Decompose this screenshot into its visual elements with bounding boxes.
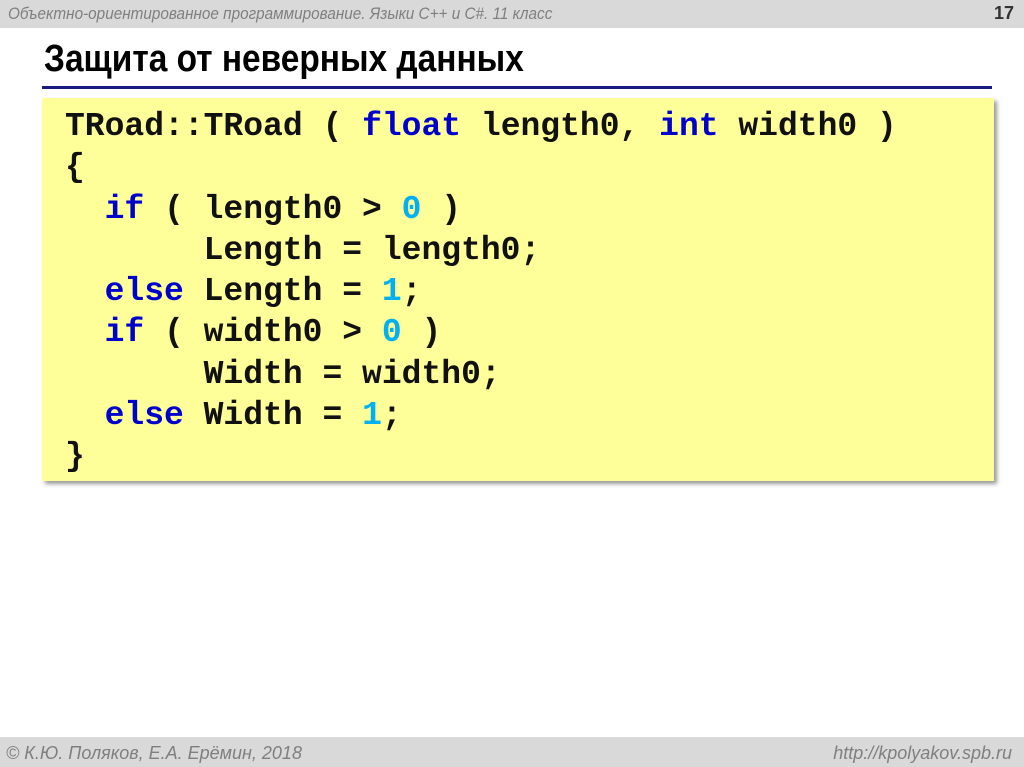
code-number: 1 bbox=[381, 273, 402, 311]
code-text: TRoad::TRoad ( bbox=[65, 108, 363, 145]
code-line: if ( width0 > 0 ) bbox=[65, 312, 897, 353]
code-line: else Width = 1; bbox=[65, 395, 897, 436]
code-text: Width = width0; bbox=[65, 355, 501, 393]
code-line: TRoad::TRoad ( float length0, int width0… bbox=[65, 106, 897, 147]
code-text: length0, bbox=[461, 108, 660, 145]
code-line: } bbox=[65, 436, 897, 477]
copyright: © К.Ю. Поляков, Е.А. Ерёмин, 2018 bbox=[6, 743, 302, 763]
code-keyword: float bbox=[362, 108, 462, 145]
code-keyword: else bbox=[104, 397, 184, 435]
code-text: Length = bbox=[183, 273, 382, 311]
code-keyword: int bbox=[659, 108, 719, 145]
code-text: ( length0 > bbox=[144, 190, 402, 228]
code-keyword: if bbox=[104, 190, 145, 228]
title-underline bbox=[42, 86, 992, 89]
code-number: 0 bbox=[401, 190, 422, 228]
code-text: { bbox=[65, 149, 85, 187]
website-link[interactable]: http://kpolyakov.spb.ru bbox=[833, 743, 1012, 764]
header-bar: Объектно-ориентированное программировани… bbox=[0, 0, 1024, 28]
code-line: if ( length0 > 0 ) bbox=[65, 189, 897, 230]
code-number: 1 bbox=[362, 397, 382, 435]
slide-title: Защита от неверных данных bbox=[44, 38, 524, 80]
code-keyword: if bbox=[104, 314, 145, 352]
code-number: 0 bbox=[381, 314, 402, 352]
code-text: ; bbox=[381, 397, 402, 435]
code-keyword: else bbox=[104, 273, 184, 311]
footer-bar: © К.Ю. Поляков, Е.А. Ерёмин, 2018 http:/… bbox=[0, 737, 1024, 767]
code-line: Length = length0; bbox=[65, 230, 897, 271]
code-text: ; bbox=[401, 273, 422, 311]
code-text: Width = bbox=[183, 397, 363, 435]
page-number: 17 bbox=[993, 3, 1014, 23]
course-title: Объектно-ориентированное программировани… bbox=[8, 4, 553, 23]
code-text: ) bbox=[421, 190, 462, 228]
code-text: ( width0 > bbox=[144, 314, 382, 352]
code-listing: TRoad::TRoad ( float length0, int width0… bbox=[65, 106, 897, 478]
code-block: TRoad::TRoad ( float length0, int width0… bbox=[42, 98, 994, 481]
code-line: { bbox=[65, 147, 897, 188]
code-text: } bbox=[65, 438, 85, 476]
code-text: ) bbox=[401, 314, 442, 352]
code-line: else Length = 1; bbox=[65, 271, 897, 312]
code-text: width0 ) bbox=[718, 108, 897, 145]
code-line: Width = width0; bbox=[65, 354, 897, 395]
code-text: Length = length0; bbox=[65, 231, 541, 269]
